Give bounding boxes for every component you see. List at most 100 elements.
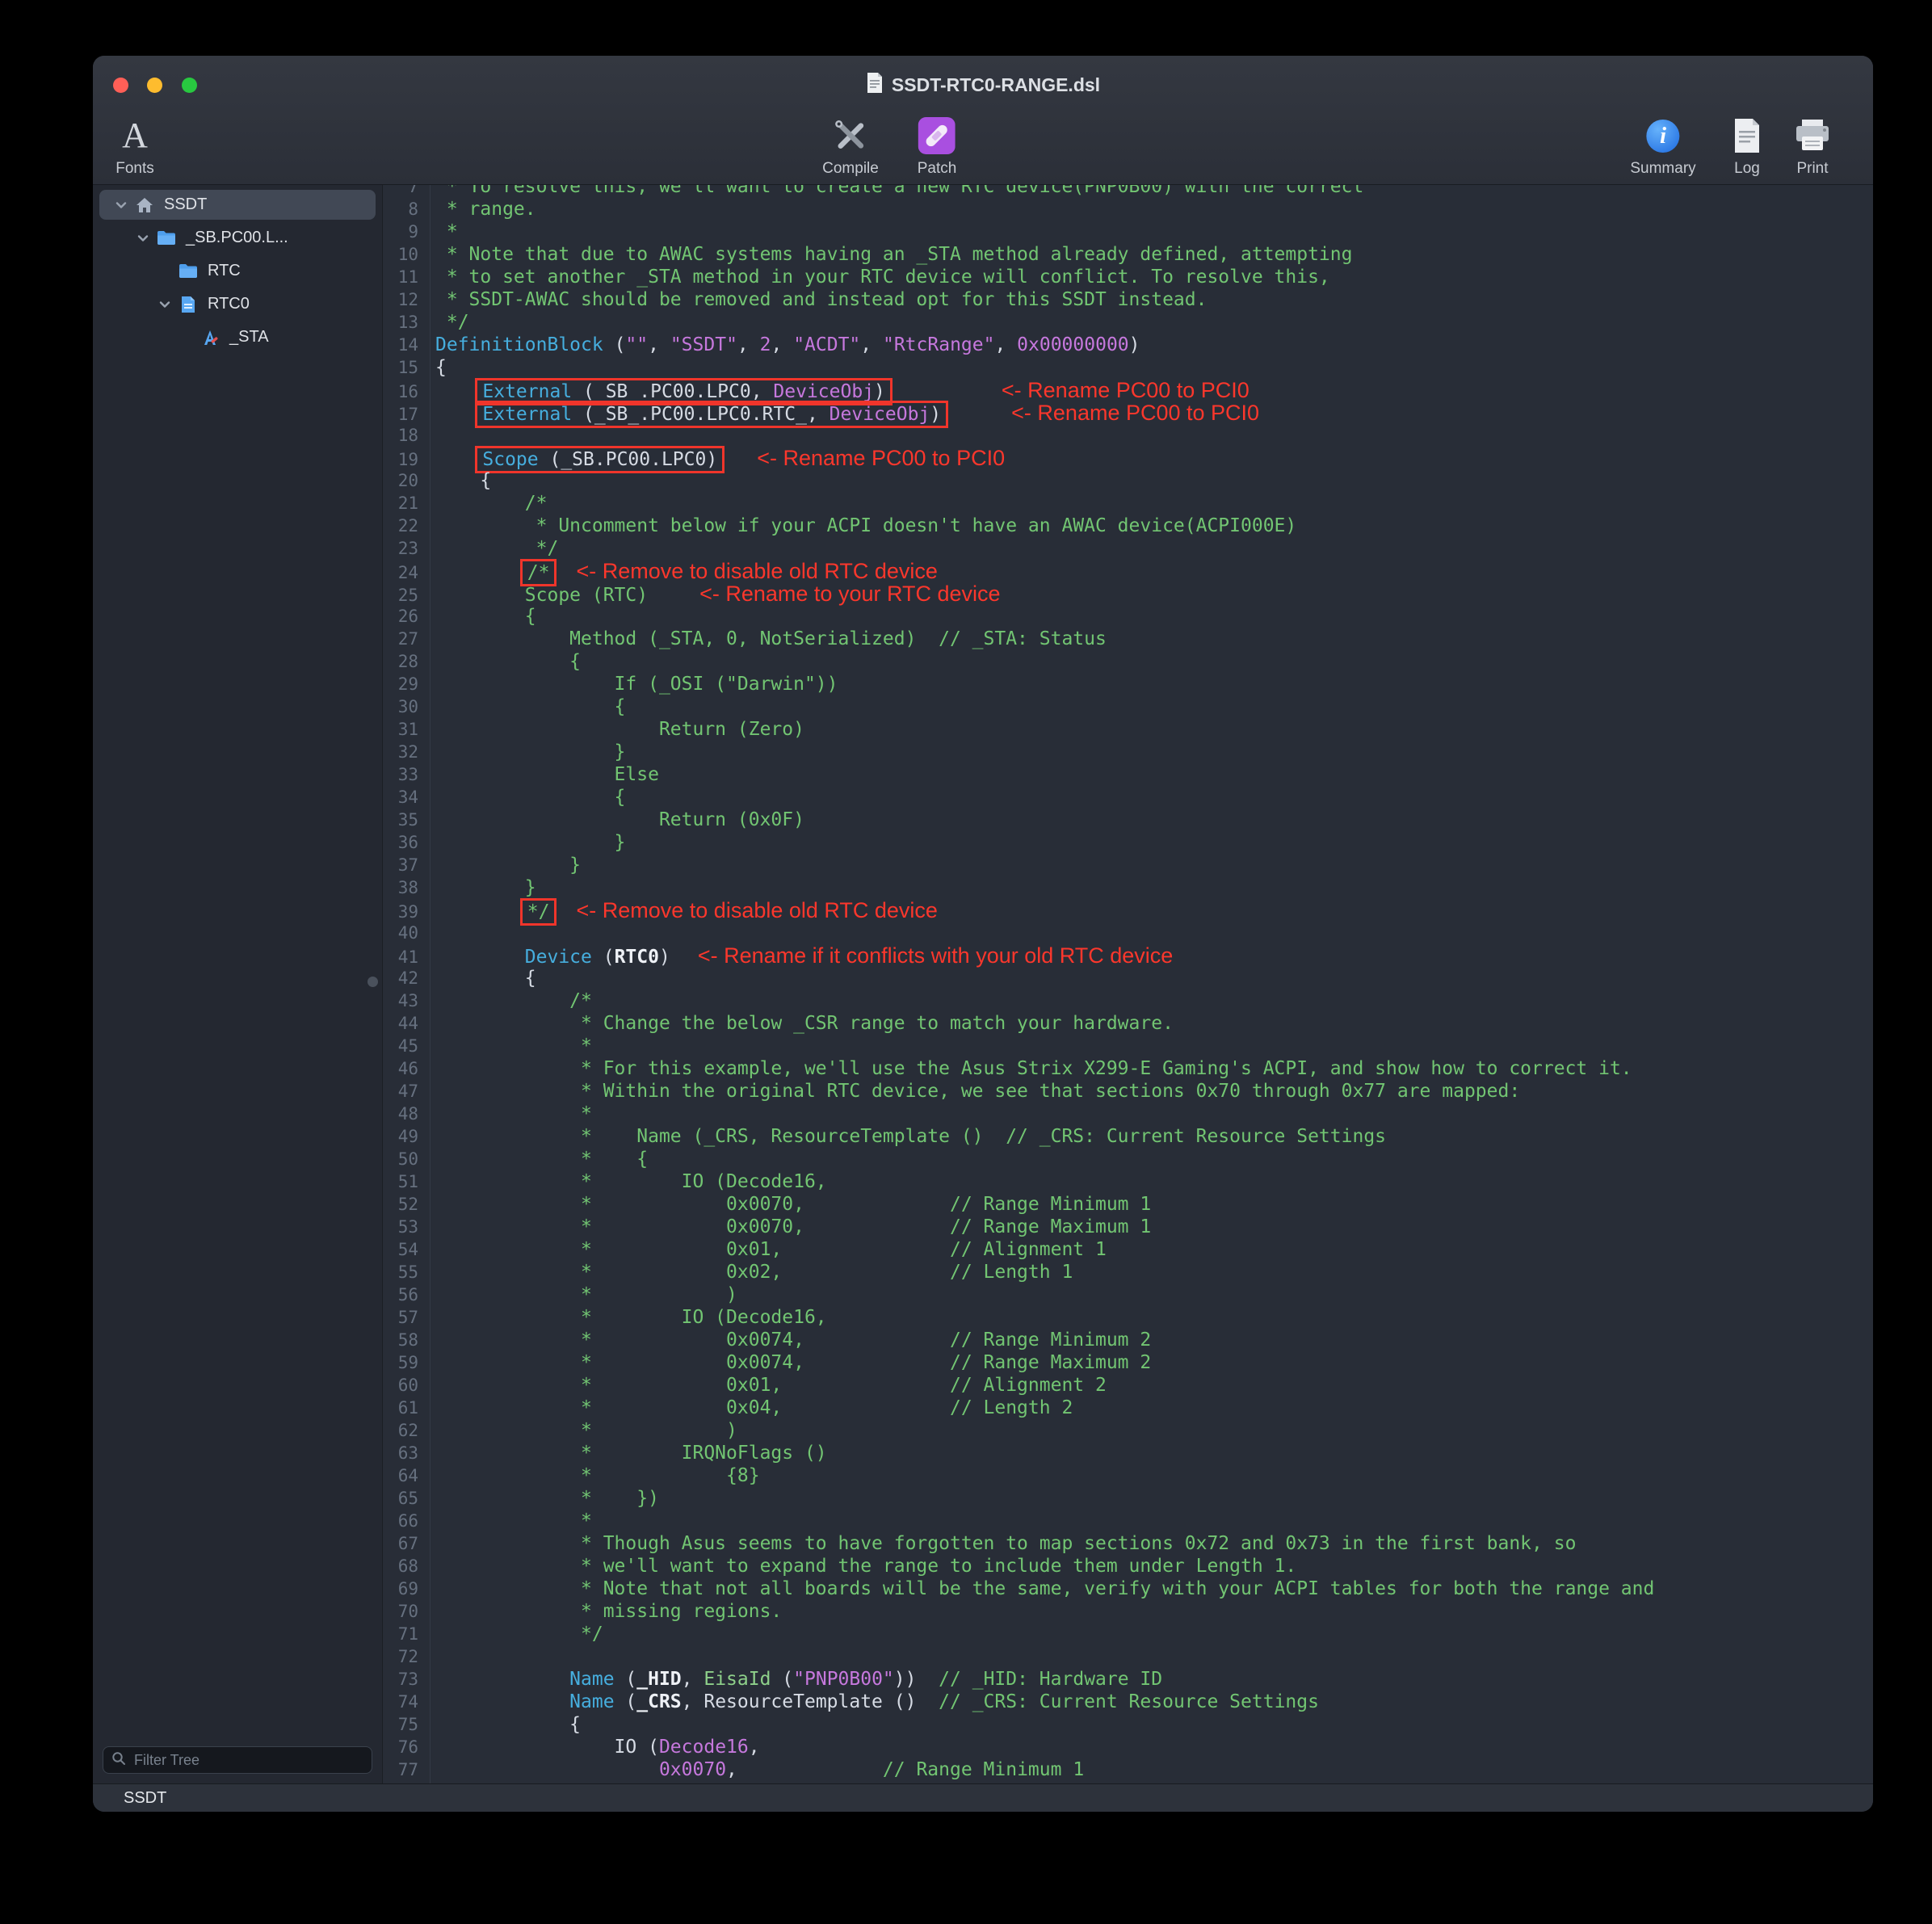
code-line-48[interactable]: 48 * bbox=[383, 1103, 1873, 1125]
code-line-73[interactable]: 73 Name (_HID, EisaId ("PNP0B00")) // _H… bbox=[383, 1668, 1873, 1691]
code-line-50[interactable]: 50 * { bbox=[383, 1148, 1873, 1170]
code-line-15[interactable]: 15{ bbox=[383, 356, 1873, 379]
filter-field[interactable] bbox=[103, 1746, 372, 1774]
code-line-34[interactable]: 34 { bbox=[383, 786, 1873, 809]
code-line-67[interactable]: 67 * Though Asus seems to have forgotten… bbox=[383, 1532, 1873, 1555]
chevron-down-icon[interactable] bbox=[154, 297, 175, 312]
code-line-58[interactable]: 58 * 0x0074, // Range Minimum 2 bbox=[383, 1329, 1873, 1351]
code-line-49[interactable]: 49 * Name (_CRS, ResourceTemplate () // … bbox=[383, 1125, 1873, 1148]
code-token: DeviceObj bbox=[773, 381, 874, 402]
code-line-12[interactable]: 12 * SSDT-AWAC should be removed and ins… bbox=[383, 288, 1873, 311]
tree-item-sb-pc00-l[interactable]: _SB.PC00.L... bbox=[93, 221, 382, 254]
code-line-61[interactable]: 61 * 0x04, // Length 2 bbox=[383, 1397, 1873, 1419]
filter-input[interactable] bbox=[132, 1751, 363, 1770]
code-line-11[interactable]: 11 * to set another _STA method in your … bbox=[383, 266, 1873, 288]
code-line-36[interactable]: 36 } bbox=[383, 831, 1873, 854]
code-line-71[interactable]: 71 */ bbox=[383, 1623, 1873, 1645]
code-line-54[interactable]: 54 * 0x01, // Alignment 1 bbox=[383, 1238, 1873, 1261]
code-line-13[interactable]: 13 */ bbox=[383, 311, 1873, 334]
code-line-37[interactable]: 37 } bbox=[383, 854, 1873, 876]
code-line-44[interactable]: 44 * Change the below _CSR range to matc… bbox=[383, 1012, 1873, 1035]
code-line-33[interactable]: 33 Else bbox=[383, 763, 1873, 786]
tree-item-ssdt[interactable]: SSDT bbox=[93, 188, 382, 221]
line-number: 17 bbox=[383, 403, 426, 426]
tree-item-rtc[interactable]: RTC bbox=[93, 254, 382, 288]
code-line-45[interactable]: 45 * bbox=[383, 1035, 1873, 1057]
code-line-26[interactable]: 26 { bbox=[383, 605, 1873, 628]
tree-item-sta[interactable]: _STA bbox=[93, 321, 382, 354]
compile-button[interactable]: Compile bbox=[822, 116, 879, 178]
summary-button[interactable]: i Summary bbox=[1630, 116, 1695, 178]
print-button[interactable]: Print bbox=[1794, 116, 1831, 178]
code-line-19[interactable]: 19 Scope (_SB.PC00.LPC0)<- Rename PC00 t… bbox=[383, 447, 1873, 469]
code-line-75[interactable]: 75 { bbox=[383, 1713, 1873, 1736]
code-line-74[interactable]: 74 Name (_CRS, ResourceTemplate () // _C… bbox=[383, 1691, 1873, 1713]
code-line-52[interactable]: 52 * 0x0070, // Range Minimum 1 bbox=[383, 1193, 1873, 1216]
code-line-53[interactable]: 53 * 0x0070, // Range Maximum 1 bbox=[383, 1216, 1873, 1238]
line-number: 21 bbox=[383, 492, 426, 515]
code-token: "PNP0B00" bbox=[793, 1669, 894, 1690]
code-line-59[interactable]: 59 * 0x0074, // Range Maximum 2 bbox=[383, 1351, 1873, 1374]
code-line-55[interactable]: 55 * 0x02, // Length 1 bbox=[383, 1261, 1873, 1283]
code-line-16[interactable]: 16 External (_SB_.PC00.LPC0, DeviceObj)<… bbox=[383, 379, 1873, 401]
code-line-24[interactable]: 24 /*<- Remove to disable old RTC device bbox=[383, 560, 1873, 582]
code-line-47[interactable]: 47 * Within the original RTC device, we … bbox=[383, 1080, 1873, 1103]
code-token: { bbox=[435, 787, 625, 808]
code-line-30[interactable]: 30 { bbox=[383, 695, 1873, 718]
code-line-46[interactable]: 46 * For this example, we'll use the Asu… bbox=[383, 1057, 1873, 1080]
code-line-7[interactable]: 7 * To resolve this, we'll want to creat… bbox=[383, 185, 1873, 198]
code-line-14[interactable]: 14DefinitionBlock ("", "SSDT", 2, "ACDT"… bbox=[383, 334, 1873, 356]
code-line-72[interactable]: 72 bbox=[383, 1645, 1873, 1668]
code-line-39[interactable]: 39 */<- Remove to disable old RTC device bbox=[383, 899, 1873, 922]
code-line-27[interactable]: 27 Method (_STA, 0, NotSerialized) // _S… bbox=[383, 628, 1873, 650]
code-line-25[interactable]: 25 Scope (RTC)<- Rename to your RTC devi… bbox=[383, 582, 1873, 605]
code-line-8[interactable]: 8 * range. bbox=[383, 198, 1873, 221]
chevron-down-icon[interactable] bbox=[132, 231, 153, 246]
splitter-handle[interactable] bbox=[368, 977, 378, 987]
code-line-60[interactable]: 60 * 0x01, // Alignment 2 bbox=[383, 1374, 1873, 1397]
code-line-70[interactable]: 70 * missing regions. bbox=[383, 1600, 1873, 1623]
code-line-17[interactable]: 17 External (_SB_.PC00.LPC0.RTC_, Device… bbox=[383, 401, 1873, 424]
code-line-21[interactable]: 21 /* bbox=[383, 492, 1873, 515]
code-line-31[interactable]: 31 Return (Zero) bbox=[383, 718, 1873, 741]
code-line-23[interactable]: 23 */ bbox=[383, 537, 1873, 560]
code-line-38[interactable]: 38 } bbox=[383, 876, 1873, 899]
code-line-28[interactable]: 28 { bbox=[383, 650, 1873, 673]
code-line-65[interactable]: 65 * }) bbox=[383, 1487, 1873, 1510]
patch-button[interactable]: Patch bbox=[918, 116, 957, 178]
code-line-66[interactable]: 66 * bbox=[383, 1510, 1873, 1532]
tree-item-label: RTC0 bbox=[208, 295, 250, 313]
code-token: * 0x02, // Length 1 bbox=[435, 1262, 1073, 1283]
code-line-57[interactable]: 57 * IO (Decode16, bbox=[383, 1306, 1873, 1329]
log-button[interactable]: Log bbox=[1732, 116, 1762, 178]
code-line-56[interactable]: 56 * ) bbox=[383, 1283, 1873, 1306]
code-line-63[interactable]: 63 * IRQNoFlags () bbox=[383, 1442, 1873, 1464]
folder-icon bbox=[153, 229, 179, 246]
code-token: ( bbox=[771, 1669, 793, 1690]
chevron-down-icon[interactable] bbox=[111, 198, 132, 212]
code-line-62[interactable]: 62 * ) bbox=[383, 1419, 1873, 1442]
code-line-76[interactable]: 76 IO (Decode16, bbox=[383, 1736, 1873, 1758]
code-line-40[interactable]: 40 bbox=[383, 922, 1873, 944]
code-line-77[interactable]: 77 0x0070, // Range Minimum 1 bbox=[383, 1758, 1873, 1781]
fonts-button[interactable]: A Fonts bbox=[116, 116, 154, 178]
code-token: // _CRS: Current Resource Settings bbox=[916, 1691, 1319, 1712]
code-line-64[interactable]: 64 * {8} bbox=[383, 1464, 1873, 1487]
code-line-22[interactable]: 22 * Uncomment below if your ACPI doesn'… bbox=[383, 515, 1873, 537]
code-line-10[interactable]: 10 * Note that due to AWAC systems havin… bbox=[383, 243, 1873, 266]
code-editor[interactable]: 7 * To resolve this, we'll want to creat… bbox=[383, 185, 1873, 1783]
code-line-9[interactable]: 9 * bbox=[383, 221, 1873, 243]
code-line-43[interactable]: 43 /* bbox=[383, 989, 1873, 1012]
annotation-text: <- Rename if it conflicts with your old … bbox=[698, 943, 1173, 968]
code-line-68[interactable]: 68 * we'll want to expand the range to i… bbox=[383, 1555, 1873, 1577]
code-line-41[interactable]: 41 Device (RTC0)<- Rename if it conflict… bbox=[383, 944, 1873, 967]
code-line-29[interactable]: 29 If (_OSI ("Darwin")) bbox=[383, 673, 1873, 695]
code-lines: 7 * To resolve this, we'll want to creat… bbox=[383, 185, 1873, 1781]
code-line-35[interactable]: 35 Return (0x0F) bbox=[383, 809, 1873, 831]
code-line-42[interactable]: 42 { bbox=[383, 967, 1873, 989]
tree-item-rtc0[interactable]: RTC0 bbox=[93, 288, 382, 321]
code-line-32[interactable]: 32 } bbox=[383, 741, 1873, 763]
code-line-51[interactable]: 51 * IO (Decode16, bbox=[383, 1170, 1873, 1193]
code-token: 0x00000000 bbox=[1017, 334, 1128, 355]
code-line-69[interactable]: 69 * Note that not all boards will be th… bbox=[383, 1577, 1873, 1600]
